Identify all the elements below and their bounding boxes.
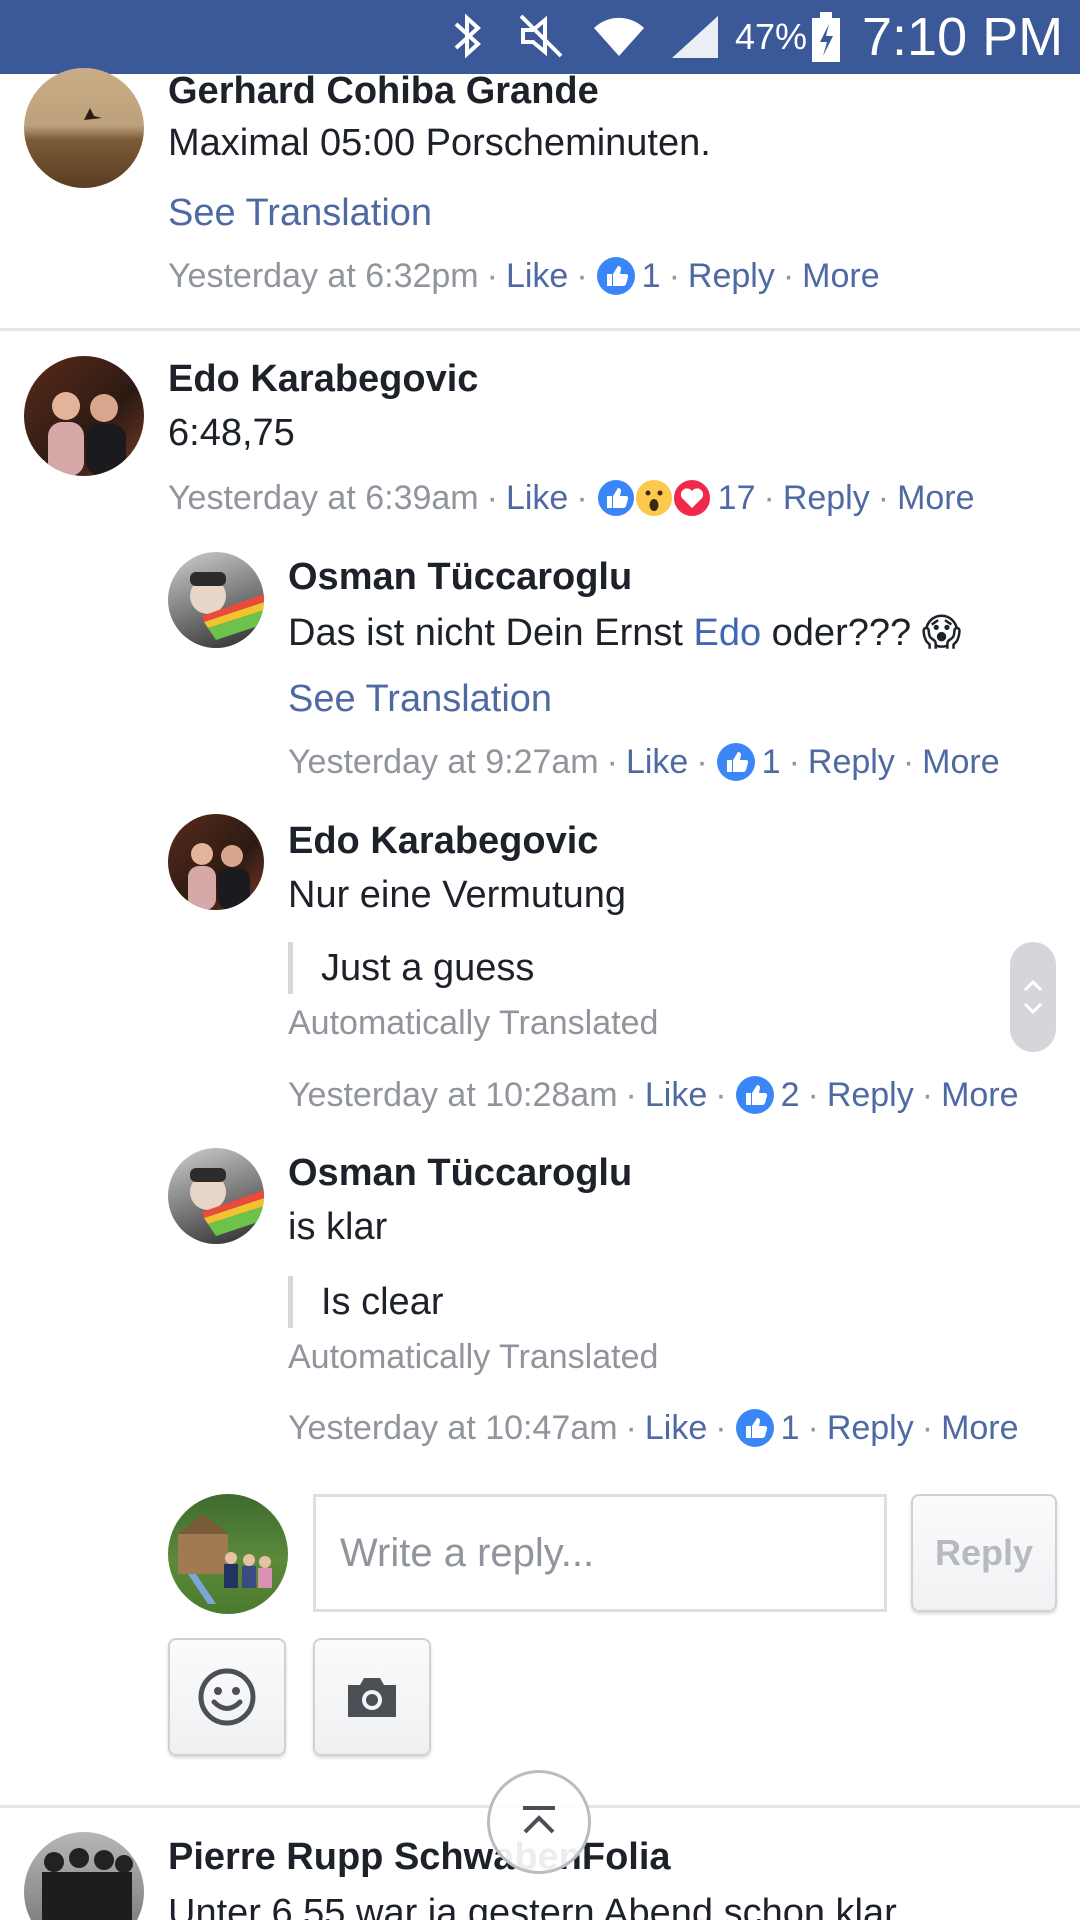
avatar[interactable] — [24, 356, 144, 476]
reply-input-placeholder: Write a reply... — [340, 1530, 595, 1575]
reply-timestamp: Yesterday at 10:28am — [288, 1075, 618, 1114]
comment-timestamp: Yesterday at 6:39am — [168, 478, 479, 517]
avatar[interactable] — [168, 1148, 264, 1244]
more-button[interactable]: More — [897, 479, 974, 518]
reply-text: is klar — [288, 1206, 388, 1248]
like-reaction-icon — [595, 478, 636, 518]
reply-meta: Yesterday at 9:27am · Like · 1 · Reply ·… — [288, 742, 1000, 782]
like-button[interactable]: Like — [645, 1076, 707, 1115]
comment-author[interactable]: Gerhard Cohiba Grande — [168, 70, 599, 113]
reply-timestamp: Yesterday at 9:27am — [288, 742, 599, 781]
camera-button[interactable] — [313, 1638, 431, 1756]
love-reaction-icon — [671, 478, 712, 518]
reply-button[interactable]: Reply — [808, 743, 895, 782]
translation-quote: Is clear — [288, 1276, 443, 1328]
status-bar: 47% 7:10 PM — [0, 0, 1080, 74]
comment-meta: Yesterday at 6:32pm · Like · 1 · Reply ·… — [168, 256, 880, 296]
chevron-up-icon — [523, 1806, 555, 1834]
like-reaction-icon — [716, 743, 755, 781]
reaction-count[interactable]: 1 — [642, 257, 661, 296]
mention-link[interactable]: Edo — [693, 612, 761, 654]
reaction-count[interactable]: 17 — [718, 479, 756, 518]
like-button[interactable]: Like — [506, 479, 568, 518]
chevron-up-icon — [1023, 980, 1043, 992]
reply-author[interactable]: Edo Karabegovic — [288, 820, 598, 863]
battery-charging-icon — [810, 10, 842, 69]
wifi-icon — [590, 10, 648, 67]
reply-meta: Yesterday at 10:47am · Like · 1 · Reply … — [288, 1408, 1019, 1448]
reply-input[interactable]: Write a reply... — [313, 1494, 887, 1612]
comment-divider — [0, 328, 1080, 331]
see-translation-link[interactable]: See Translation — [168, 192, 432, 235]
comment-text: Unter 6,55 war ja gestern Abend schon kl… — [168, 1892, 897, 1920]
scroll-handle[interactable] — [1010, 942, 1056, 1052]
scroll-to-top-button[interactable] — [487, 1770, 591, 1874]
translation-quote: Just a guess — [288, 942, 534, 994]
status-time: 7:10 PM — [862, 7, 1064, 67]
reactions-summary[interactable] — [596, 256, 636, 296]
avatar[interactable] — [24, 1832, 144, 1920]
wow-reaction-icon — [633, 478, 674, 518]
comment-author[interactable]: Pierre Rupp SchwabenFolia — [168, 1836, 671, 1879]
reaction-count[interactable]: 1 — [781, 1409, 800, 1448]
reactions-summary[interactable] — [735, 1408, 775, 1448]
comment-meta: Yesterday at 6:39am · Like · 17 · Reply … — [168, 478, 975, 518]
scream-emoji: 😱 — [921, 612, 962, 654]
battery-percent: 47% — [735, 16, 808, 57]
reply-text: Das ist nicht Dein Ernst Edo oder??? 😱 — [288, 612, 962, 654]
reply-meta: Yesterday at 10:28am · Like · 2 · Reply … — [288, 1075, 1019, 1115]
chevron-down-icon — [1023, 1002, 1043, 1014]
reply-button[interactable]: Reply — [688, 257, 775, 296]
reactions-summary[interactable] — [735, 1075, 775, 1115]
reactions-summary[interactable] — [716, 742, 756, 782]
like-button[interactable]: Like — [506, 257, 568, 296]
avatar[interactable] — [168, 814, 264, 910]
comment-text: Maximal 05:00 Porscheminuten. — [168, 122, 711, 164]
reply-button[interactable]: Reply — [783, 479, 870, 518]
current-user-avatar — [168, 1494, 288, 1614]
auto-translated-label: Automatically Translated — [288, 1004, 659, 1042]
see-translation-link[interactable]: See Translation — [288, 678, 552, 721]
like-button[interactable]: Like — [645, 1409, 707, 1448]
mute-icon — [515, 10, 567, 67]
reactions-summary[interactable] — [595, 478, 712, 518]
comment-author[interactable]: Edo Karabegovic — [168, 358, 478, 401]
reaction-count[interactable]: 2 — [781, 1076, 800, 1115]
comment-text: 6:48,75 — [168, 412, 295, 454]
avatar[interactable] — [24, 68, 144, 188]
more-button[interactable]: More — [941, 1076, 1018, 1115]
more-button[interactable]: More — [941, 1409, 1018, 1448]
auto-translated-label: Automatically Translated — [288, 1338, 659, 1376]
reply-text: Nur eine Vermutung — [288, 874, 626, 916]
reaction-count[interactable]: 1 — [762, 743, 781, 782]
reply-timestamp: Yesterday at 10:47am — [288, 1408, 618, 1447]
reply-button[interactable]: Reply — [827, 1076, 914, 1115]
more-button[interactable]: More — [802, 257, 879, 296]
emoji-button[interactable] — [168, 1638, 286, 1756]
like-reaction-icon — [596, 257, 635, 295]
reply-submit-button[interactable]: Reply — [911, 1494, 1057, 1612]
like-button[interactable]: Like — [626, 743, 688, 782]
like-reaction-icon — [735, 1076, 774, 1114]
signal-icon — [668, 10, 722, 67]
bluetooth-icon — [450, 10, 486, 67]
smiley-icon — [198, 1668, 256, 1726]
comment-timestamp: Yesterday at 6:32pm — [168, 256, 479, 295]
avatar[interactable] — [168, 552, 264, 648]
more-button[interactable]: More — [922, 743, 999, 782]
reply-button[interactable]: Reply — [827, 1409, 914, 1448]
camera-icon — [348, 1678, 396, 1717]
like-reaction-icon — [735, 1409, 774, 1447]
reply-author[interactable]: Osman Tüccaroglu — [288, 556, 632, 599]
reply-author[interactable]: Osman Tüccaroglu — [288, 1152, 632, 1195]
